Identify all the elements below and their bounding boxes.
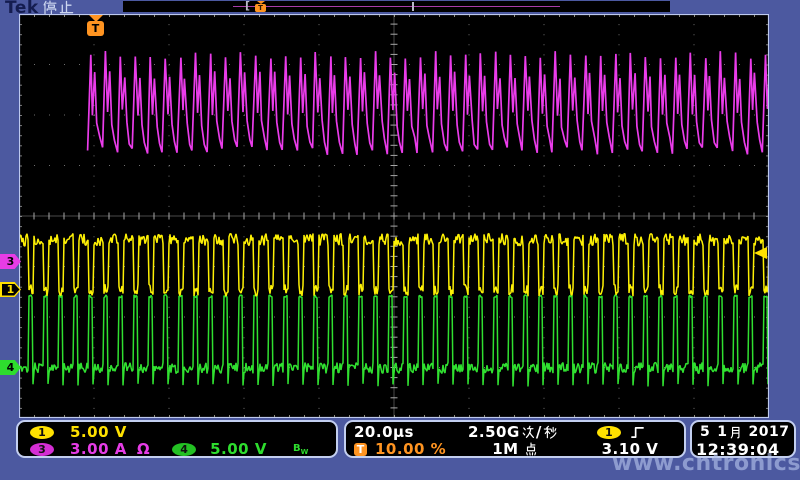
channel-3-coupling: Ω — [137, 440, 150, 458]
record-view-bar[interactable]: [ T — [123, 1, 670, 12]
trigger-position-flag[interactable]: T — [87, 21, 104, 36]
record-length: 1M — [492, 440, 537, 458]
sample-rate: 2.50G/ — [468, 423, 557, 441]
channel-4-badge[interactable]: 4 — [172, 443, 196, 456]
cjk-zhi-icon — [59, 0, 74, 15]
acquisition-status-stop — [42, 0, 74, 15]
horizontal-scale: 20.0µs — [354, 423, 414, 441]
oscilloscope-screen: Tek [ T T 3 1 4 1 5.00 V 3 — [0, 0, 800, 480]
graticule-svg — [19, 14, 769, 418]
channel-4-position-marker[interactable]: 4 — [0, 360, 21, 375]
watermark: www.cntronics.com — [612, 451, 800, 476]
channel-1-position-marker[interactable]: 1 — [0, 282, 21, 297]
date-year: 2017 — [749, 424, 790, 440]
date-day: 5 — [700, 424, 710, 440]
cjk-yue-icon — [729, 426, 742, 439]
channel-1-badge[interactable]: 1 — [30, 426, 54, 439]
trigger-source-badge[interactable]: 1 — [597, 426, 621, 439]
channel-1-position-marker-label: 1 — [2, 284, 20, 296]
trigger-slope-rising-icon — [631, 426, 644, 439]
record-expansion-tick — [412, 2, 414, 11]
trigger-position-value: 10.00 % — [375, 440, 446, 458]
date-month: 1 — [717, 424, 741, 440]
cjk-dian-icon — [524, 442, 538, 456]
channel-readout-box: 1 5.00 V 3 3.00 A Ω 4 5.00 V BW — [16, 420, 338, 458]
cjk-ci-icon — [521, 425, 535, 439]
record-trigger-marker[interactable]: T — [255, 1, 266, 12]
record-preview-trace — [233, 6, 560, 7]
trigger-position-badge[interactable]: T — [354, 443, 367, 456]
record-trigger-t-icon: T — [255, 4, 266, 12]
channel-3-position-marker[interactable]: 3 — [0, 254, 21, 269]
bandwidth-limit-icon: BW — [293, 443, 308, 456]
channel-4-scale: 5.00 V — [210, 440, 267, 458]
cjk-miao-icon — [543, 425, 557, 439]
trigger-level-arrow[interactable] — [754, 247, 767, 259]
channel-3-scale: 3.00 A — [70, 440, 127, 458]
cjk-ting-icon — [42, 0, 57, 15]
record-window-left-bracket: [ — [245, 0, 250, 12]
channel-1-scale: 5.00 V — [70, 423, 127, 441]
channel-3-badge[interactable]: 3 — [30, 443, 54, 456]
